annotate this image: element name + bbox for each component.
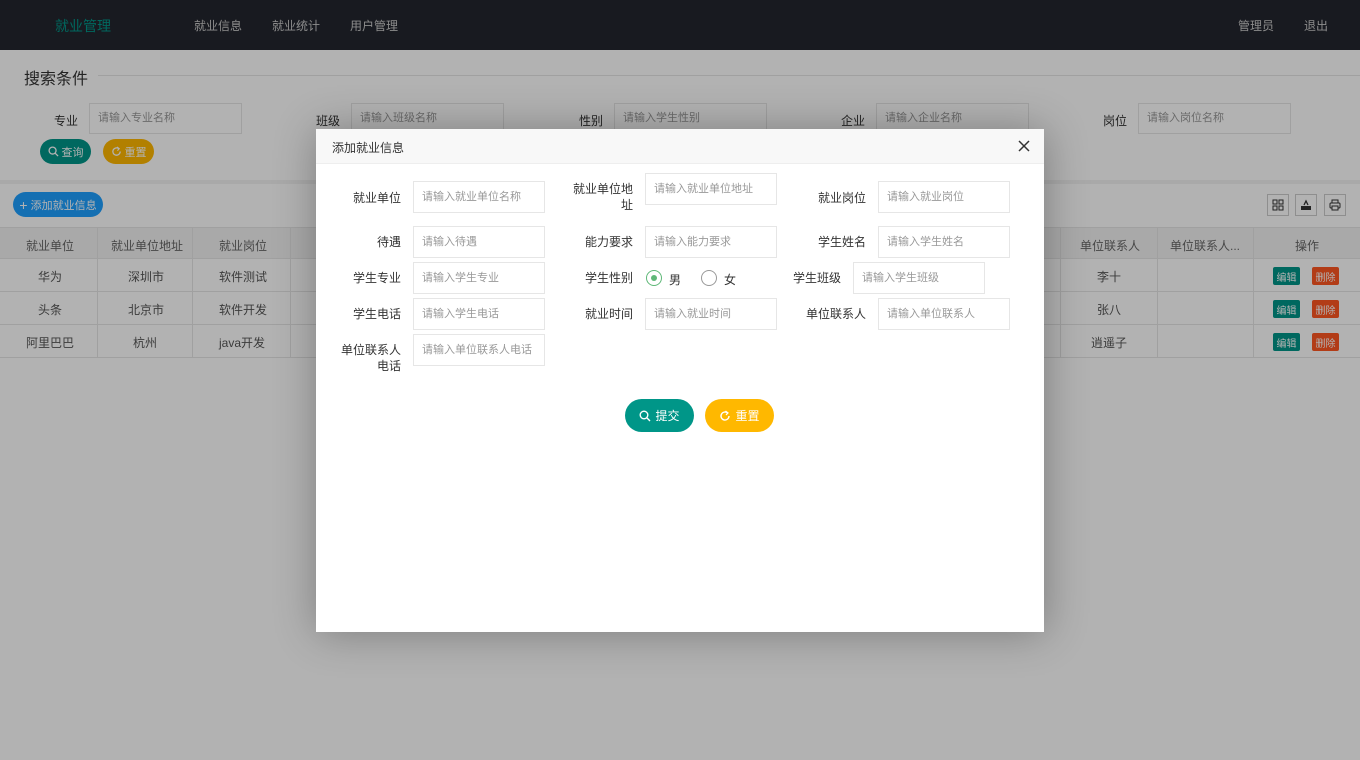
add-employment-dialog: 添加就业信息 就业单位 请输入就业单位名称 就业单位地址 请输入就业单位地址 就… [316, 129, 1044, 632]
student-name-input[interactable]: 请输入学生姓名 [878, 226, 1010, 258]
dialog-header: 添加就业信息 [316, 129, 1044, 164]
contact-phone-label: 单位联系人 电话 [340, 343, 401, 373]
reset-button[interactable]: 重置 [705, 399, 774, 432]
ability-input[interactable]: 请输入能力要求 [645, 226, 777, 258]
search-icon [639, 410, 651, 422]
time-input[interactable]: 请输入就业时间 [645, 298, 777, 330]
phone-input[interactable]: 请输入学生电话 [413, 298, 545, 330]
contact-input[interactable]: 请输入单位联系人 [878, 298, 1010, 330]
gender-radio-female[interactable] [701, 270, 717, 286]
refresh-icon [719, 410, 731, 422]
close-icon[interactable] [1018, 137, 1030, 152]
position-input[interactable]: 请输入就业岗位 [878, 181, 1010, 213]
position-label: 就业岗位 [817, 191, 866, 205]
company-label: 就业单位 [352, 191, 401, 205]
submit-button[interactable]: 提交 [625, 399, 694, 432]
dialog-title: 添加就业信息 [332, 141, 405, 155]
ability-label: 能力要求 [584, 235, 633, 249]
salary-input[interactable]: 请输入待遇 [413, 226, 545, 258]
address-label: 就业单位地址 [572, 182, 633, 212]
contact-phone-input[interactable]: 请输入单位联系人电话 [413, 334, 545, 366]
major-input[interactable]: 请输入学生专业 [413, 262, 545, 294]
gender-male-label[interactable]: 男 [669, 271, 681, 288]
phone-label: 学生电话 [352, 307, 401, 321]
time-label: 就业时间 [584, 307, 633, 321]
major-label: 学生专业 [352, 271, 401, 285]
address-input[interactable]: 请输入就业单位地址 [645, 173, 777, 205]
gender-radio-male[interactable] [646, 270, 662, 286]
reset-button-label: 重置 [735, 409, 760, 423]
salary-label: 待遇 [376, 235, 401, 249]
gender-female-label[interactable]: 女 [724, 271, 736, 288]
company-input[interactable]: 请输入就业单位名称 [413, 181, 545, 213]
gender-label: 学生性别 [584, 271, 633, 285]
contact-label: 单位联系人 [805, 307, 866, 321]
class-input[interactable]: 请输入学生班级 [853, 262, 985, 294]
class-label: 学生班级 [792, 271, 841, 285]
submit-button-label: 提交 [655, 409, 680, 423]
student-name-label: 学生姓名 [817, 235, 866, 249]
